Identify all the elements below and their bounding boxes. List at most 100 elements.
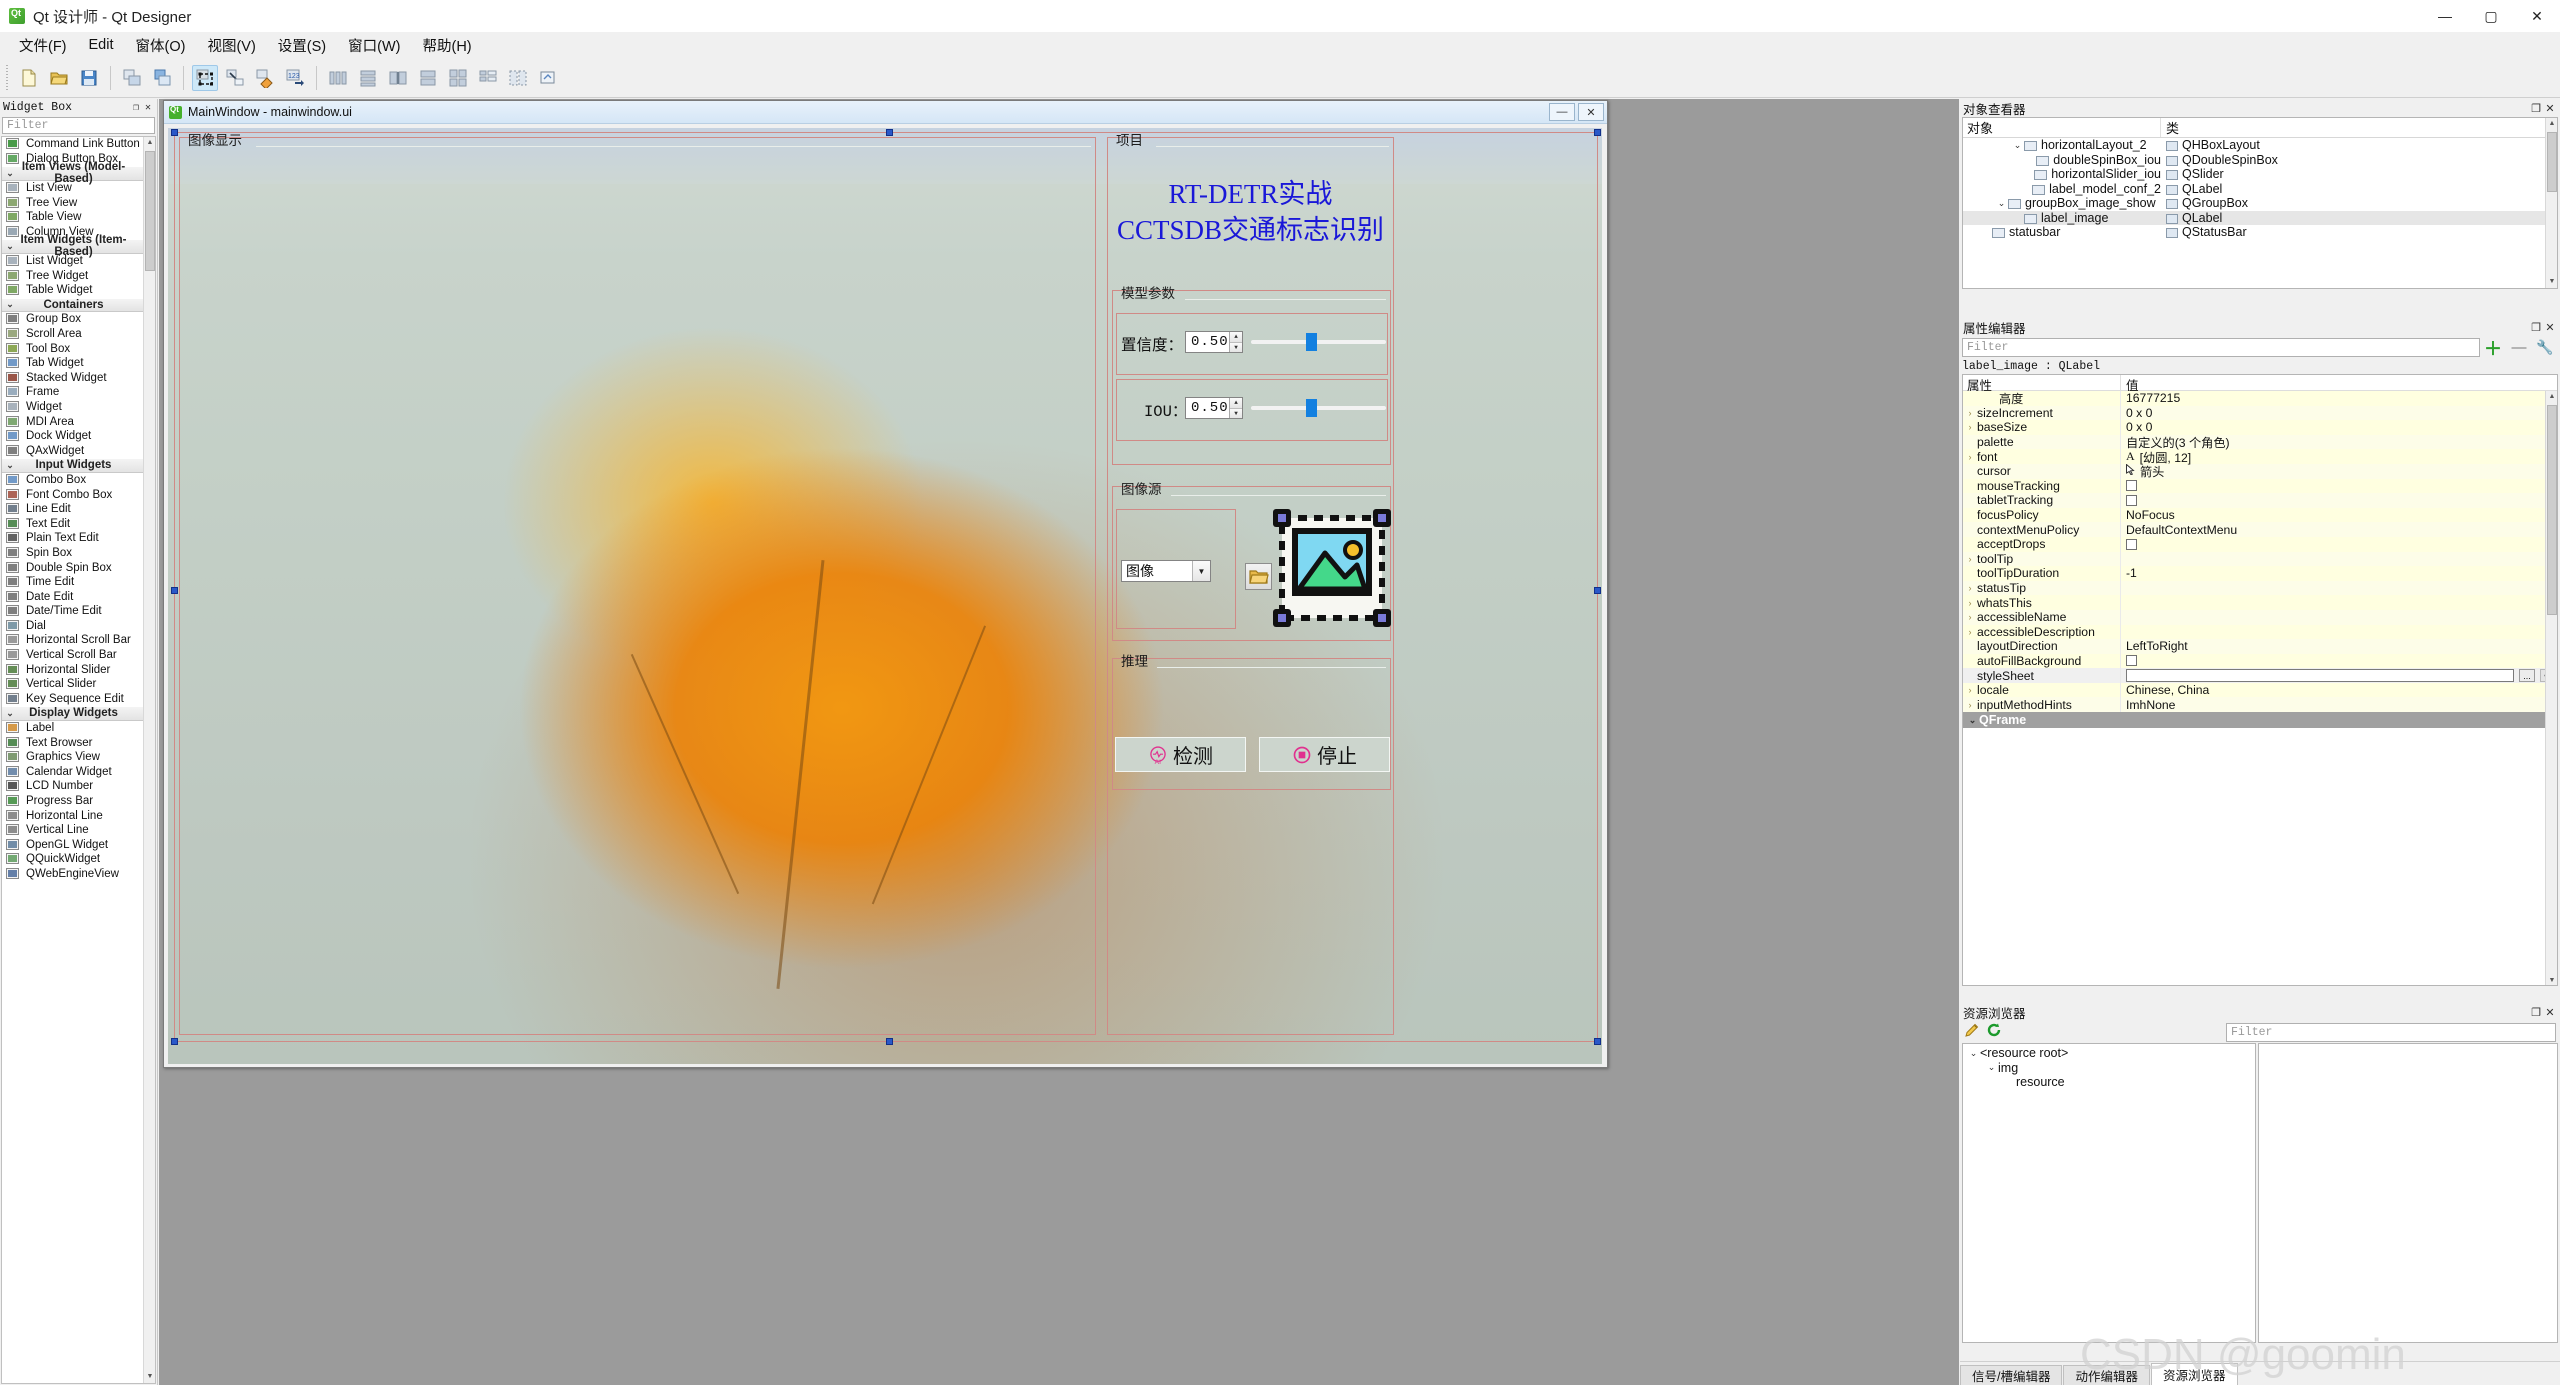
property-row[interactable]: › inputMethodHints ImhNone bbox=[1963, 697, 2557, 713]
widget-group-item-views-model-based[interactable]: ⌄ Item Views (Model-Based) bbox=[2, 161, 143, 185]
resource-tree-row[interactable]: ⌄ <resource root> bbox=[1963, 1046, 2255, 1061]
widget-item-stacked-widget[interactable]: Stacked Widget bbox=[2, 371, 143, 386]
widget-item-table-view[interactable]: Table View bbox=[2, 210, 143, 225]
groupbox-project[interactable]: 项目 RT-DETR实战 CCTSDB交通标志识别 模型参数 置信度： 0.50… bbox=[1107, 133, 1394, 1035]
widget-item-horizontal-line[interactable]: Horizontal Line bbox=[2, 808, 143, 823]
property-filter-input[interactable]: Filter bbox=[1962, 338, 2480, 357]
object-inspector-scrollbar[interactable]: ▲ ▼ bbox=[2545, 118, 2557, 288]
widget-item-line-edit[interactable]: Line Edit bbox=[2, 502, 143, 517]
property-row[interactable]: mouseTracking bbox=[1963, 478, 2557, 494]
widget-item-date-edit[interactable]: Date Edit bbox=[2, 589, 143, 604]
widget-box-close-button[interactable]: ✕ bbox=[142, 102, 154, 114]
iou-spinbox[interactable]: 0.50 ▲ ▼ bbox=[1185, 397, 1243, 419]
conf-slider[interactable] bbox=[1251, 331, 1386, 353]
resource-browser-float-button[interactable]: ❐ bbox=[2529, 1006, 2543, 1019]
column-header-value[interactable]: 值 bbox=[2121, 375, 2557, 393]
stylesheet-browse-button[interactable]: ... bbox=[2519, 669, 2535, 683]
property-row[interactable]: › accessibleName bbox=[1963, 609, 2557, 625]
chevron-right-icon[interactable]: › bbox=[1963, 583, 1977, 593]
layout-grid-button[interactable] bbox=[445, 65, 471, 91]
resource-browser-close-button[interactable]: ✕ bbox=[2543, 1006, 2557, 1019]
chevron-right-icon[interactable]: › bbox=[1963, 627, 1977, 637]
layout-form-button[interactable] bbox=[475, 65, 501, 91]
chevron-right-icon[interactable]: › bbox=[1963, 408, 1977, 418]
property-row[interactable]: › baseSize 0 x 0 bbox=[1963, 420, 2557, 435]
object-inspector-row[interactable]: statusbar QStatusBar bbox=[1963, 225, 2557, 240]
form-minimize-button[interactable]: — bbox=[1549, 103, 1575, 121]
scroll-down-arrow[interactable]: ▼ bbox=[2546, 276, 2557, 288]
property-checkbox[interactable] bbox=[2126, 538, 2137, 550]
property-row[interactable]: › statusTip bbox=[1963, 580, 2557, 596]
image-source-combo[interactable]: 图像 ▼ bbox=[1121, 560, 1211, 582]
new-form-button[interactable] bbox=[16, 65, 42, 91]
selection-handle[interactable] bbox=[886, 129, 893, 136]
widget-item-label[interactable]: Label bbox=[2, 721, 143, 736]
detect-button[interactable]: AI 检测 bbox=[1115, 737, 1246, 772]
conf-spin-up[interactable]: ▲ bbox=[1230, 332, 1242, 343]
property-row[interactable]: › locale Chinese, China bbox=[1963, 682, 2557, 698]
conf-spin-down[interactable]: ▼ bbox=[1230, 342, 1242, 352]
image-placeholder-widget[interactable] bbox=[1273, 509, 1391, 627]
property-scrollbar[interactable]: ▲ ▼ bbox=[2545, 391, 2557, 985]
selection-handle[interactable] bbox=[171, 129, 178, 136]
configure-property-button[interactable]: 🔧 bbox=[2532, 339, 2558, 356]
chevron-down-icon[interactable]: ⌄ bbox=[1995, 198, 2008, 209]
add-property-button[interactable]: ＋ bbox=[2480, 335, 2506, 361]
object-inspector-float-button[interactable]: ❐ bbox=[2529, 102, 2543, 115]
widget-item-horizontal-scroll-bar[interactable]: Horizontal Scroll Bar bbox=[2, 633, 143, 648]
property-row[interactable]: › whatsThis bbox=[1963, 595, 2557, 610]
stop-button[interactable]: 停止 bbox=[1259, 737, 1390, 772]
widget-item-calendar-widget[interactable]: Calendar Widget bbox=[2, 765, 143, 780]
edit-signals-slots-button[interactable] bbox=[222, 65, 248, 91]
open-form-button[interactable] bbox=[46, 65, 72, 91]
widget-item-font-combo-box[interactable]: Font Combo Box bbox=[2, 487, 143, 502]
chevron-right-icon[interactable]: › bbox=[1963, 598, 1977, 608]
iou-spin-down[interactable]: ▼ bbox=[1230, 408, 1242, 418]
column-header-object[interactable]: 对象 bbox=[1963, 118, 2161, 137]
widget-item-mdi-area[interactable]: MDI Area bbox=[2, 414, 143, 429]
widget-group-containers[interactable]: ⌄ Containers bbox=[2, 297, 143, 313]
chevron-right-icon[interactable]: › bbox=[1963, 452, 1977, 462]
widget-item-graphics-view[interactable]: Graphics View bbox=[2, 750, 143, 765]
chevron-right-icon[interactable]: › bbox=[1963, 685, 1977, 695]
widget-item-combo-box[interactable]: Combo Box bbox=[2, 473, 143, 488]
scrollbar-thumb[interactable] bbox=[2547, 405, 2557, 615]
close-button[interactable]: ✕ bbox=[2514, 0, 2560, 32]
chevron-down-icon[interactable]: ⌄ bbox=[2011, 140, 2024, 151]
layout-vertically-button[interactable] bbox=[355, 65, 381, 91]
widget-item-vertical-slider[interactable]: Vertical Slider bbox=[2, 677, 143, 692]
cut-copy-button[interactable] bbox=[119, 65, 145, 91]
widget-item-tree-view[interactable]: Tree View bbox=[2, 195, 143, 210]
property-row[interactable]: tabletTracking bbox=[1963, 493, 2557, 508]
resource-tree-row[interactable]: ⌄ img bbox=[1963, 1061, 2255, 1076]
form-root-frame[interactable]: 图像显示 项目 RT-DETR实战 CCTSDB交通标志识别 模型参数 置信度：… bbox=[171, 129, 1601, 1045]
property-row[interactable]: contextMenuPolicy DefaultContextMenu bbox=[1963, 522, 2557, 537]
reload-resources-button[interactable] bbox=[1986, 1022, 2002, 1043]
widget-item-vertical-line[interactable]: Vertical Line bbox=[2, 823, 143, 838]
menu-window[interactable]: 窗口(W) bbox=[337, 32, 411, 59]
chevron-right-icon[interactable]: › bbox=[1963, 422, 1977, 432]
widget-item-spin-box[interactable]: Spin Box bbox=[2, 546, 143, 561]
minimize-button[interactable]: — bbox=[2422, 0, 2468, 32]
scroll-down-arrow[interactable]: ▼ bbox=[144, 1371, 155, 1383]
widget-box-float-button[interactable]: ❐ bbox=[130, 102, 142, 114]
object-inspector-row[interactable]: ⌄ groupBox_image_show QGroupBox bbox=[1963, 196, 2557, 211]
column-header-class[interactable]: 类 bbox=[2161, 118, 2557, 137]
stylesheet-input[interactable] bbox=[2126, 669, 2514, 683]
selection-handle[interactable] bbox=[886, 1038, 893, 1045]
toolbar-grip[interactable] bbox=[3, 64, 11, 91]
selection-handle[interactable] bbox=[1594, 587, 1601, 594]
resource-tree-row[interactable]: resource bbox=[1963, 1075, 2255, 1090]
widget-item-key-sequence-edit[interactable]: Key Sequence Edit bbox=[2, 692, 143, 707]
scrollbar-thumb[interactable] bbox=[145, 151, 155, 271]
widget-box-filter-input[interactable]: Filter bbox=[2, 117, 155, 134]
edit-widgets-button[interactable] bbox=[192, 64, 218, 91]
menu-view[interactable]: 视图(V) bbox=[196, 32, 266, 59]
maximize-button[interactable]: ▢ bbox=[2468, 0, 2514, 32]
widget-item-horizontal-slider[interactable]: Horizontal Slider bbox=[2, 662, 143, 677]
menu-form[interactable]: 窗体(O) bbox=[125, 32, 197, 59]
property-checkbox[interactable] bbox=[2126, 655, 2137, 667]
widget-item-qquickwidget[interactable]: QQuickWidget bbox=[2, 852, 143, 867]
widget-item-command-link-button[interactable]: Command Link Button bbox=[2, 137, 143, 152]
selection-handle[interactable] bbox=[1594, 1038, 1601, 1045]
